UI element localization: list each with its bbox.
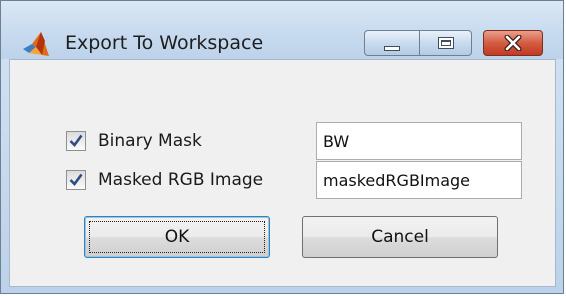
minimize-button[interactable] bbox=[364, 30, 420, 56]
masked-rgb-checkbox[interactable] bbox=[66, 170, 86, 190]
binary-mask-checkbox[interactable] bbox=[66, 131, 86, 151]
matlab-logo-icon bbox=[23, 32, 49, 56]
close-icon bbox=[504, 35, 522, 51]
masked-rgb-name-field[interactable] bbox=[316, 161, 522, 199]
checkmark-icon bbox=[69, 173, 83, 186]
cancel-button[interactable]: Cancel bbox=[302, 216, 498, 258]
masked-rgb-label: Masked RGB Image bbox=[98, 170, 264, 190]
minimize-icon bbox=[384, 45, 400, 51]
maximize-icon bbox=[437, 37, 454, 49]
binary-mask-label: Binary Mask bbox=[98, 131, 202, 151]
window-title: Export To Workspace bbox=[65, 32, 264, 54]
binary-mask-name-field[interactable] bbox=[316, 122, 522, 160]
checkmark-icon bbox=[69, 134, 83, 147]
dialog-content: Binary Mask Masked RGB Image OK Cancel bbox=[9, 59, 556, 287]
cancel-button-label: Cancel bbox=[371, 227, 429, 247]
close-button[interactable] bbox=[483, 30, 543, 56]
title-bar[interactable]: Export To Workspace bbox=[1, 1, 563, 59]
export-dialog-window: Export To Workspace Binary Mask BW Maske… bbox=[0, 0, 564, 294]
focus-rectangle bbox=[89, 221, 265, 253]
maximize-button[interactable] bbox=[420, 30, 472, 56]
ok-button[interactable]: OK bbox=[84, 216, 270, 258]
